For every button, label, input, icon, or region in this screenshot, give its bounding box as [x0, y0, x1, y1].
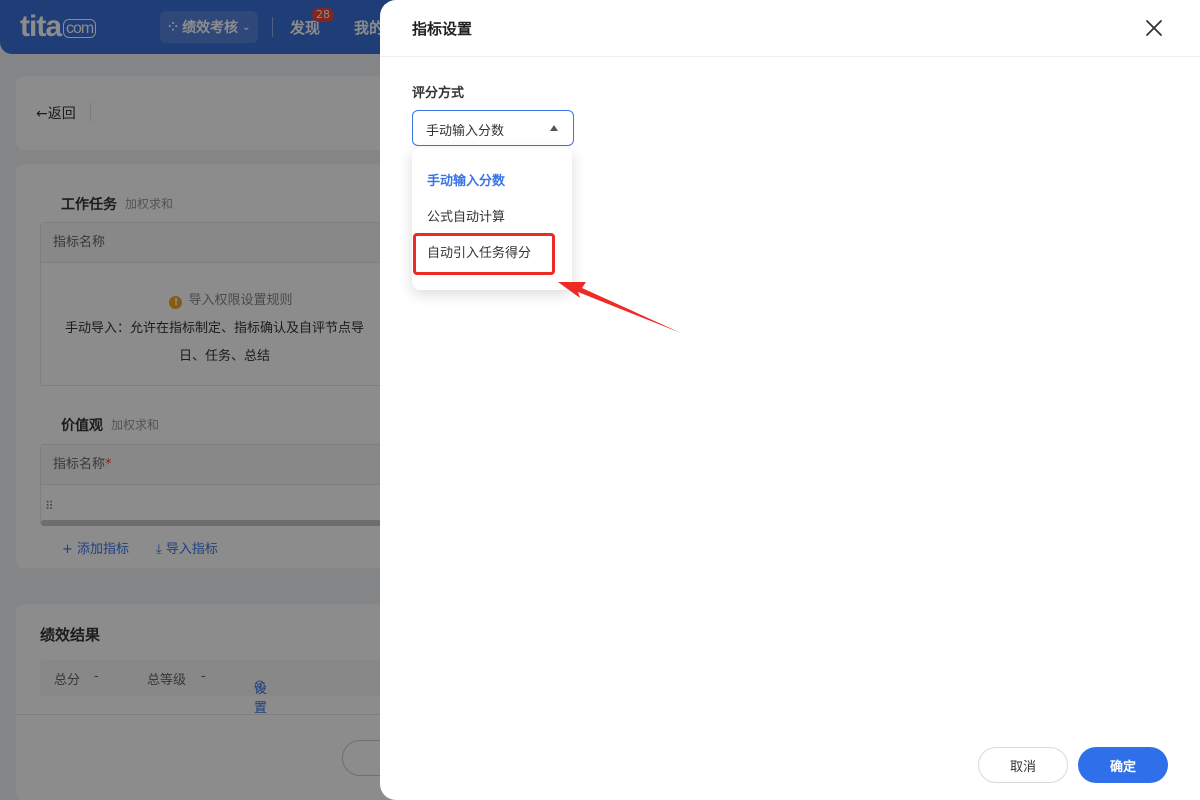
option-manual-input[interactable]: 手动输入分数	[412, 164, 572, 200]
option-auto-task-score[interactable]: 自动引入任务得分	[412, 236, 572, 272]
select-value: 手动输入分数	[426, 124, 505, 139]
scoring-method-label: 评分方式	[412, 86, 465, 101]
close-button[interactable]	[1144, 18, 1164, 38]
scoring-method-select[interactable]: 手动输入分数	[412, 110, 574, 146]
cancel-button[interactable]: 取消	[978, 747, 1068, 783]
drawer-title: 指标设置	[412, 20, 473, 38]
caret-up-icon	[550, 125, 558, 131]
scoring-method-dropdown: 手动输入分数 公式自动计算 自动引入任务得分	[412, 148, 572, 290]
indicator-settings-drawer: 指标设置 评分方式 手动输入分数 手动输入分数 公式自动计算 自动引入任务得分 …	[380, 0, 1200, 800]
drawer-header: 指标设置	[380, 0, 1200, 57]
confirm-button[interactable]: 确定	[1078, 747, 1168, 783]
option-formula-calc[interactable]: 公式自动计算	[412, 200, 572, 236]
close-icon	[1146, 20, 1162, 36]
